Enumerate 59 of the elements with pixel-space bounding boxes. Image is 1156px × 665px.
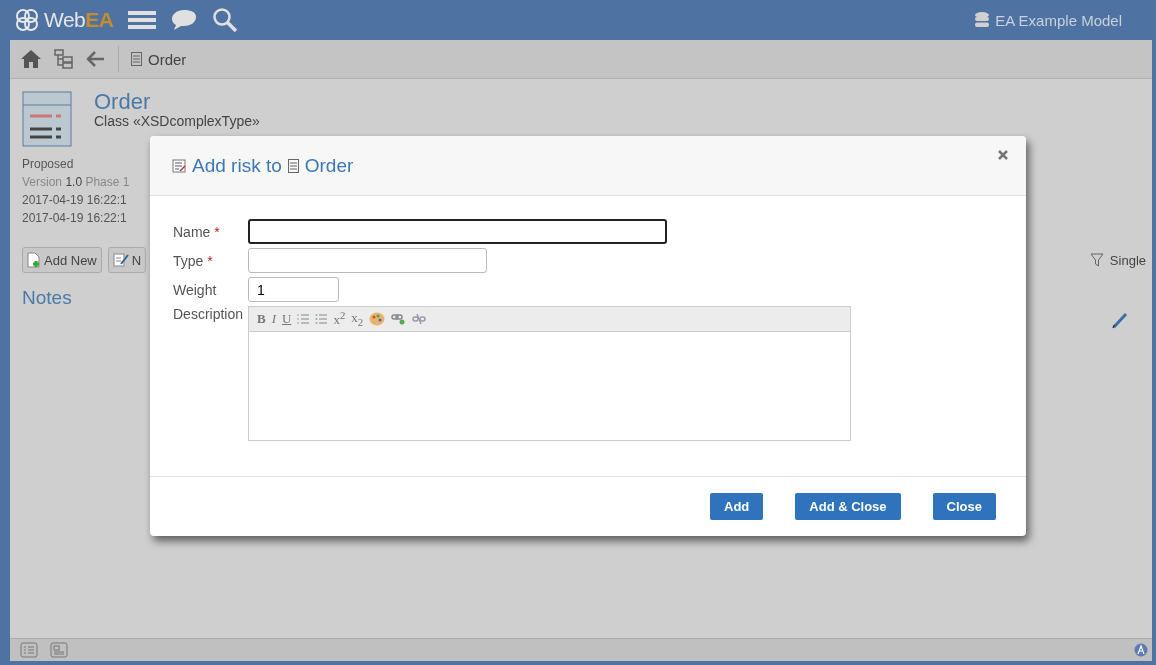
version-label: Version — [22, 175, 63, 189]
dialog-title: Add risk to — [192, 154, 282, 177]
palette-icon[interactable] — [369, 312, 386, 326]
format-button[interactable]: I — [271, 311, 276, 327]
filter-icon[interactable] — [1089, 253, 1104, 267]
format-button[interactable]: B — [257, 311, 266, 327]
field-label: Name — [173, 223, 211, 240]
class-icon — [287, 158, 299, 173]
class-element-icon — [22, 91, 72, 147]
format-button[interactable]: U — [282, 311, 292, 327]
note-pencil-icon — [112, 252, 129, 268]
field-label: Type — [173, 252, 204, 269]
menu-icon[interactable] — [127, 9, 156, 31]
element-status: Proposed — [22, 156, 75, 173]
input-field[interactable]: 1 — [248, 277, 339, 302]
tree-icon[interactable] — [54, 49, 74, 69]
action-button[interactable]: N — [107, 247, 147, 273]
search-icon[interactable] — [211, 7, 238, 33]
bullet-list-icon[interactable] — [315, 313, 328, 325]
database-icon — [975, 12, 990, 28]
close-icon[interactable] — [998, 150, 1008, 160]
format-button[interactable]: x$_{2}$ — [351, 310, 364, 328]
filter-label[interactable]: Single — [1109, 252, 1146, 268]
input-field[interactable] — [248, 248, 487, 273]
dialog-button[interactable]: Close — [932, 493, 996, 520]
breadcrumb[interactable]: Order — [148, 50, 187, 68]
dialog-button[interactable]: Add & Close — [795, 493, 901, 520]
pencil-icon[interactable] — [1112, 311, 1128, 329]
app-logo: WebEA — [44, 8, 114, 32]
home-icon[interactable] — [20, 49, 42, 69]
action-button[interactable]: Add New — [22, 247, 102, 273]
add-document-icon — [27, 252, 41, 268]
element-type: Class «XSDcomplexType» — [94, 113, 260, 129]
list-view-icon[interactable] — [20, 642, 38, 658]
created-date: 2017-04-19 16:22:1 — [22, 192, 128, 209]
back-arrow-icon[interactable] — [86, 50, 106, 68]
rich-text-editor[interactable]: B I U x$^{2}$ x$_{2}$ — [248, 306, 851, 441]
version-value: 1.0 — [65, 175, 83, 189]
class-icon — [131, 52, 142, 66]
chat-bubble-icon[interactable] — [169, 8, 198, 32]
logo-icon — [14, 7, 40, 33]
required-marker: * — [207, 252, 213, 269]
format-button[interactable]: x$^{2}$ — [333, 309, 346, 329]
unlink-icon[interactable] — [412, 313, 427, 325]
field-label: Description — [173, 306, 244, 322]
account-icon[interactable] — [1134, 643, 1148, 657]
risk-icon — [172, 158, 186, 173]
link-icon[interactable] — [391, 313, 407, 325]
detail-view-icon[interactable] — [50, 642, 68, 658]
section-title: Notes — [22, 287, 72, 309]
phase-label: Phase 1 — [85, 175, 130, 189]
modified-date: 2017-04-19 16:22:1 — [22, 210, 128, 227]
field-label: Weight — [173, 281, 217, 298]
dialog-target: Order — [304, 154, 354, 177]
model-name[interactable]: EA Example Model — [995, 11, 1122, 29]
required-marker: * — [214, 223, 220, 240]
dialog-button[interactable]: Add — [710, 493, 764, 520]
input-field[interactable] — [248, 219, 667, 244]
element-name: Order — [94, 89, 152, 115]
